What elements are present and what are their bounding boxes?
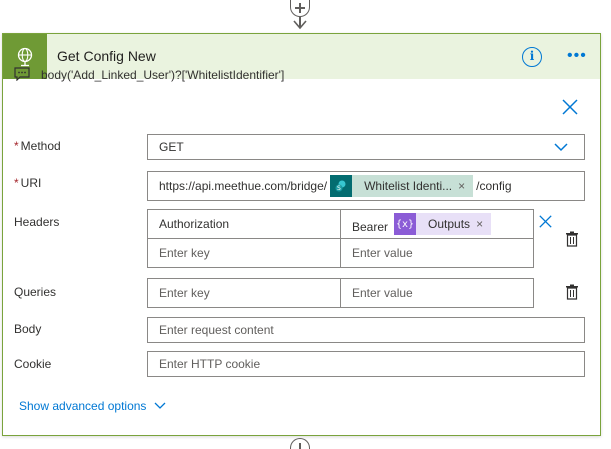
expression-icon: {x}	[394, 213, 417, 235]
expression-text: body('Add_Linked_User')?['WhitelistIdent…	[41, 68, 285, 82]
comment-icon[interactable]	[14, 67, 30, 81]
cookie-input[interactable]: Enter HTTP cookie	[147, 351, 585, 377]
sharepoint-icon: S	[330, 175, 353, 197]
body-label: Body	[14, 322, 42, 336]
token-close-icon[interactable]: ×	[476, 217, 491, 231]
close-icon[interactable]	[562, 99, 578, 115]
add-next-step-button[interactable]	[290, 438, 310, 449]
query-key-input[interactable]: Enter key	[147, 278, 341, 308]
body-input[interactable]: Enter request content	[147, 317, 585, 343]
card-title[interactable]: Get Config New	[57, 48, 156, 64]
uri-label: * URI	[14, 176, 42, 190]
show-advanced-options-link[interactable]: Show advanced options	[19, 399, 166, 413]
arrow-down-icon	[293, 20, 307, 30]
remove-header-icon[interactable]	[539, 215, 552, 228]
method-select[interactable]: GET	[147, 134, 585, 160]
svg-text:S: S	[337, 185, 341, 192]
header-value-input[interactable]: Bearer {x} Outputs ×	[340, 209, 534, 239]
chevron-down-icon[interactable]	[554, 141, 568, 153]
method-value: GET	[159, 140, 184, 154]
trash-icon[interactable]	[565, 284, 579, 300]
uri-suffix: /config	[476, 179, 512, 193]
method-label: * Method	[14, 139, 61, 153]
token-close-icon[interactable]: ×	[458, 179, 473, 193]
add-step-button[interactable]	[290, 0, 310, 17]
header-key-input[interactable]: Authorization	[147, 209, 341, 239]
more-icon[interactable]: •••	[567, 48, 587, 64]
cookie-label: Cookie	[14, 357, 52, 371]
headers-label: Headers	[14, 215, 60, 229]
uri-input[interactable]: https://api.meethue.com/bridge/ S Whitel…	[147, 171, 585, 201]
info-icon[interactable]: i	[522, 47, 542, 67]
chevron-down-icon	[154, 402, 166, 409]
uri-prefix: https://api.meethue.com/bridge/	[159, 179, 328, 193]
queries-label: Queries	[14, 285, 57, 299]
header-key-input-empty[interactable]: Enter key	[147, 238, 341, 268]
query-value-input[interactable]: Enter value	[340, 278, 534, 308]
outputs-token[interactable]: {x} Outputs ×	[394, 213, 492, 235]
trash-icon[interactable]	[565, 231, 579, 247]
header-value-input-empty[interactable]: Enter value	[340, 238, 534, 268]
whitelist-identifier-token[interactable]: S Whitelist Identi... ×	[330, 175, 474, 197]
